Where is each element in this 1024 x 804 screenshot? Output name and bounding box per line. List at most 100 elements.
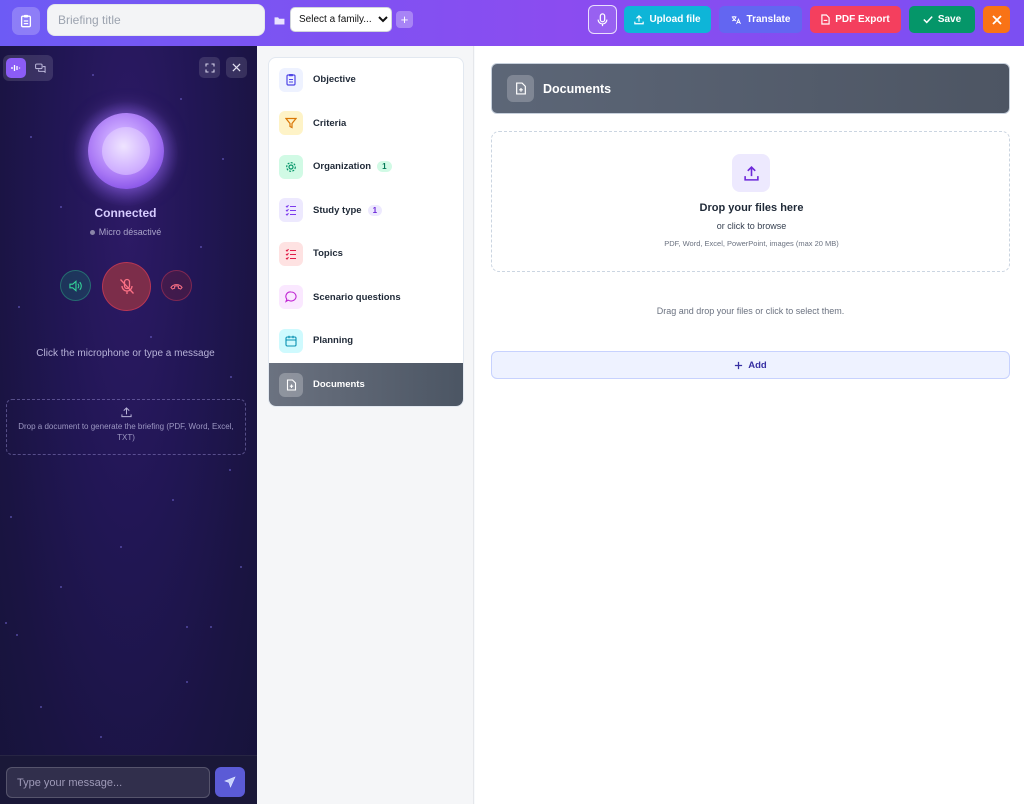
microphone-icon	[597, 12, 608, 26]
nav-item-study-type[interactable]: Study type 1	[269, 189, 463, 232]
nav-item-criteria[interactable]: Criteria	[269, 102, 463, 145]
speaker-button[interactable]	[60, 270, 91, 301]
main-content: Documents Drop your files here or click …	[475, 46, 1024, 804]
translate-label: Translate	[746, 14, 791, 25]
clipboard-menu-button[interactable]	[12, 7, 40, 35]
folder-icon	[272, 13, 286, 27]
nav-item-scenario-questions[interactable]: Scenario questions	[269, 276, 463, 319]
star-dot	[230, 376, 232, 378]
message-input[interactable]	[6, 767, 210, 798]
checklist-icon	[279, 198, 303, 222]
clipboard-icon	[279, 67, 303, 92]
list-icon	[279, 241, 303, 266]
fullscreen-button[interactable]	[199, 57, 220, 78]
upload-file-button[interactable]: Upload file	[624, 6, 711, 33]
star-dot	[172, 499, 174, 501]
mic-status: Micro désactivé	[0, 227, 251, 237]
pdf-export-label: PDF Export	[835, 14, 890, 25]
send-icon	[224, 776, 236, 788]
empty-state-message: Drag and drop your files or click to sel…	[656, 306, 845, 316]
orb-core	[102, 127, 150, 175]
star-dot	[120, 546, 122, 548]
send-button[interactable]	[215, 767, 245, 797]
filter-icon	[279, 111, 303, 135]
pdf-file-icon	[821, 14, 830, 25]
nav-item-topics[interactable]: Topics	[269, 232, 463, 275]
close-icon	[232, 63, 241, 72]
close-panel-button[interactable]	[226, 57, 247, 78]
calendar-icon	[279, 328, 303, 353]
star-dot	[60, 586, 62, 588]
speaker-icon	[69, 279, 82, 292]
mode-toggle	[3, 55, 53, 81]
voice-assistant-panel: Connected Micro désactivé Click the micr…	[0, 46, 257, 804]
close-button[interactable]	[983, 6, 1010, 33]
gear-icon	[279, 154, 303, 179]
nav-item-label: Scenario questions	[313, 291, 401, 303]
chat-mode-button[interactable]	[30, 58, 50, 78]
upload-icon	[732, 154, 770, 192]
section-header: Documents	[491, 63, 1010, 114]
star-dot	[10, 516, 12, 518]
plus-icon	[735, 361, 743, 369]
star-dot	[186, 681, 188, 683]
nav-item-label: Criteria	[313, 117, 347, 129]
family-select[interactable]: Select a family...	[290, 7, 392, 32]
mute-microphone-button[interactable]	[102, 262, 151, 311]
nav-item-planning[interactable]: Planning	[269, 319, 463, 362]
add-document-button[interactable]: Add	[491, 351, 1010, 379]
star-dot	[18, 306, 20, 308]
voice-mode-button[interactable]	[6, 58, 26, 78]
star-dot	[40, 706, 42, 708]
nav-item-objective[interactable]: Objective	[269, 58, 463, 101]
top-toolbar: Select a family... + Upload file Transla…	[0, 0, 1024, 46]
translate-icon	[731, 15, 741, 24]
file-dropzone[interactable]: Drop your files here or click to browse …	[491, 131, 1010, 272]
chat-icon	[34, 63, 46, 73]
close-icon	[991, 14, 1002, 25]
nav-item-label: Topics	[313, 248, 343, 259]
star-dot	[210, 626, 212, 628]
waveform-icon	[11, 65, 21, 71]
briefing-document-dropzone[interactable]: Drop a document to generate the briefing…	[6, 399, 246, 455]
count-badge: 1	[377, 161, 392, 172]
star-dot	[222, 158, 224, 160]
file-icon	[279, 372, 303, 397]
microphone-button[interactable]	[588, 5, 617, 34]
star-dot	[92, 74, 94, 76]
dropzone-text: Drop a document to generate the briefing…	[18, 422, 234, 442]
upload-file-label: Upload file	[649, 14, 701, 25]
pdf-export-button[interactable]: PDF Export	[810, 6, 901, 33]
save-button[interactable]: Save	[909, 6, 975, 33]
count-badge: 1	[367, 204, 383, 216]
star-dot	[100, 736, 102, 738]
star-dot	[30, 136, 32, 138]
hang-up-button[interactable]	[161, 270, 192, 301]
star-dot	[200, 246, 202, 248]
nav-item-label: Planning	[313, 335, 354, 346]
save-label: Save	[937, 14, 962, 25]
nav-item-documents[interactable]: Documents	[269, 363, 463, 406]
nav-item-label: Objective	[313, 74, 356, 85]
voice-hint: Click the microphone or type a message	[36, 348, 215, 359]
mic-status-label: Micro désactivé	[98, 227, 162, 237]
section-list: Objective Criteria Organization 1 Study …	[268, 57, 464, 407]
phone-hangup-icon	[170, 283, 183, 290]
connection-status: Connected	[94, 206, 157, 220]
upload-icon	[7, 407, 245, 418]
star-dot	[150, 336, 152, 338]
status-dot	[89, 230, 95, 236]
check-icon	[923, 16, 933, 24]
star-dot	[180, 98, 182, 100]
nav-item-organization[interactable]: Organization 1	[269, 145, 463, 188]
upload-icon	[634, 14, 645, 24]
translate-button[interactable]: Translate	[719, 6, 802, 33]
nav-item-label: Documents	[313, 379, 365, 390]
star-dot	[240, 566, 242, 568]
microphone-off-icon	[119, 278, 134, 294]
briefing-title-input[interactable]	[47, 4, 265, 36]
add-family-button[interactable]: +	[396, 11, 413, 28]
clipboard-icon	[20, 14, 32, 28]
page-title: Documents	[543, 81, 612, 96]
star-dot	[186, 626, 188, 628]
